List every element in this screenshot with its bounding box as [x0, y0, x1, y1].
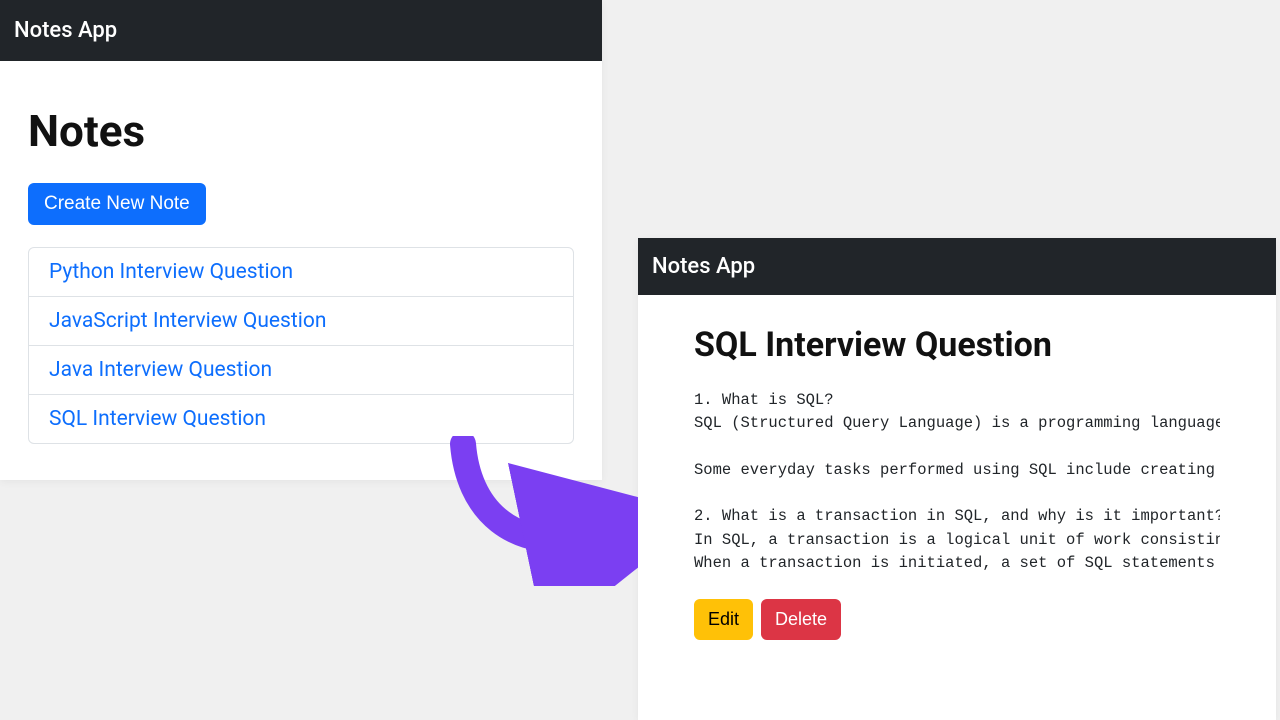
list-item[interactable]: Java Interview Question: [29, 346, 573, 395]
note-detail-content: SQL Interview Question 1. What is SQL? S…: [638, 295, 1276, 660]
create-note-button[interactable]: Create New Note: [28, 183, 206, 225]
notes-list: Python Interview Question JavaScript Int…: [28, 247, 574, 444]
navbar: Notes App: [638, 238, 1276, 295]
note-detail-view: Notes App SQL Interview Question 1. What…: [638, 238, 1276, 720]
page-title: Notes: [28, 105, 574, 157]
navbar-brand[interactable]: Notes App: [14, 18, 117, 43]
navbar-brand[interactable]: Notes App: [652, 254, 755, 279]
notes-list-content: Notes Create New Note Python Interview Q…: [0, 61, 602, 464]
edit-button[interactable]: Edit: [694, 599, 753, 640]
list-item[interactable]: JavaScript Interview Question: [29, 297, 573, 346]
note-title: SQL Interview Question: [694, 325, 1220, 365]
list-item[interactable]: SQL Interview Question: [29, 395, 573, 443]
action-row: Edit Delete: [694, 599, 1220, 640]
navbar: Notes App: [0, 0, 602, 61]
notes-list-view: Notes App Notes Create New Note Python I…: [0, 0, 602, 480]
list-item[interactable]: Python Interview Question: [29, 248, 573, 297]
delete-button[interactable]: Delete: [761, 599, 841, 640]
note-body[interactable]: 1. What is SQL? SQL (Structured Query La…: [694, 389, 1220, 585]
